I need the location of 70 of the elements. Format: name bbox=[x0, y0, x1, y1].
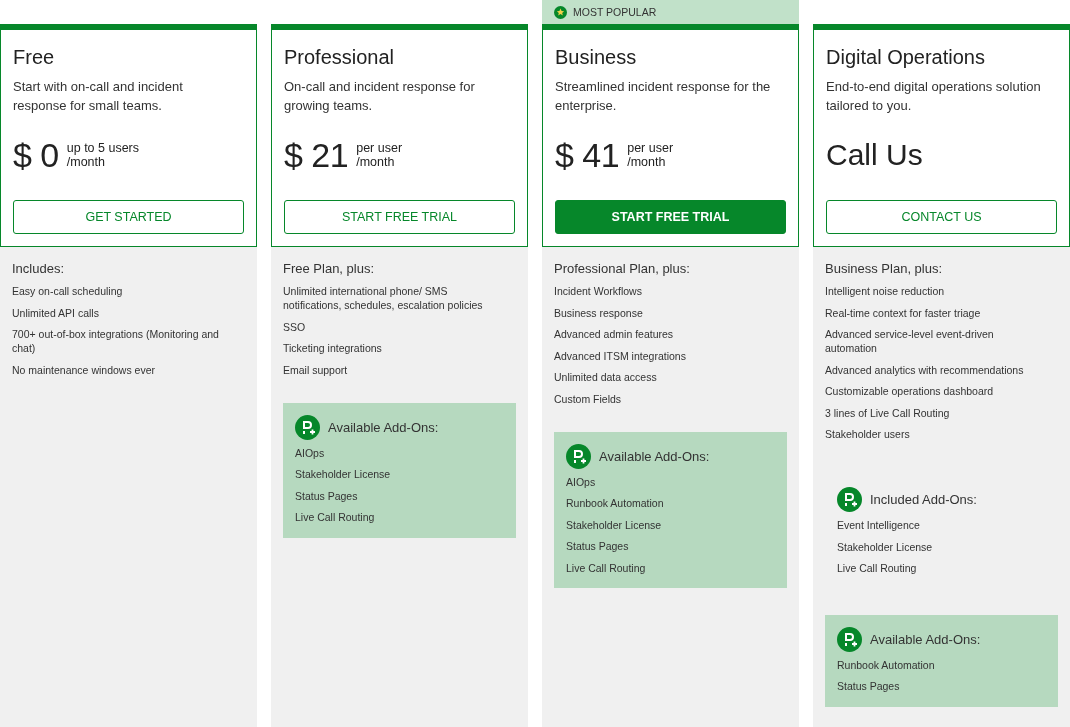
plan-title: Free bbox=[13, 45, 56, 70]
feature-item: Real-time context for faster triage bbox=[825, 305, 982, 320]
feature-item: SSO bbox=[283, 319, 307, 334]
add-on-item: Live Call Routing bbox=[837, 561, 918, 575]
feature-item: Advanced admin features bbox=[554, 327, 675, 341]
feature-item: Ticketing integrations bbox=[283, 341, 383, 355]
plan-button[interactable]: CONTACT US bbox=[826, 200, 1057, 234]
plan-description: On-call and incident response for growing teams. bbox=[284, 78, 476, 115]
plan-title: Digital Operations bbox=[826, 45, 986, 70]
add-on-item: Event Intelligence bbox=[837, 518, 921, 532]
badge-text: MOST POPULAR bbox=[573, 6, 657, 18]
price-unit: /month bbox=[627, 155, 667, 169]
price-amount: $ 21 bbox=[284, 135, 349, 175]
add-on-item: Runbook Automation bbox=[566, 496, 665, 510]
features-heading: Business Plan, plus: bbox=[825, 261, 944, 276]
add-on-item: Status Pages bbox=[566, 539, 630, 553]
features-heading: Free Plan, plus: bbox=[283, 261, 376, 276]
price-unit: /month bbox=[66, 155, 106, 169]
feature-item: 3 lines of Live Call Routing bbox=[825, 405, 951, 420]
feature-item: 700+ out-of-box integrations (Monitoring and chat) bbox=[12, 327, 220, 355]
feature-item: Email support bbox=[283, 362, 349, 377]
feature-item: No maintenance windows ever bbox=[12, 362, 156, 377]
add-on-item: Stakeholder License bbox=[566, 517, 663, 532]
price-amount: $ 41 bbox=[555, 135, 620, 175]
plan-title: Professional bbox=[284, 45, 396, 70]
feature-item: Custom Fields bbox=[554, 391, 623, 406]
price-unit: per user bbox=[356, 141, 403, 155]
price-unit: /month bbox=[356, 155, 396, 169]
add-on-item: Live Call Routing bbox=[295, 510, 376, 524]
feature-item: Intelligent noise reduction bbox=[825, 284, 946, 298]
add-ons-title: Included Add-Ons: bbox=[870, 492, 977, 507]
add-on-item: Runbook Automation bbox=[837, 657, 936, 672]
plan-title: Business bbox=[555, 45, 638, 70]
add-on-item: AIOps bbox=[295, 445, 326, 460]
add-on-item: Stakeholder License bbox=[837, 539, 934, 554]
feature-item: Incident Workflows bbox=[554, 284, 643, 298]
feature-item: Unlimited international phone/ SMS notifications, schedules, escalation policies bbox=[283, 284, 484, 312]
plan-button[interactable]: START FREE TRIAL bbox=[284, 200, 515, 234]
add-on-item: Live Call Routing bbox=[566, 560, 647, 575]
feature-item: Unlimited data access bbox=[554, 370, 658, 384]
features-heading: Professional Plan, plus: bbox=[554, 261, 691, 276]
add-on-item: Status Pages bbox=[837, 679, 901, 693]
add-ons-title: Available Add-Ons: bbox=[599, 448, 710, 464]
feature-item: Unlimited API calls bbox=[12, 305, 100, 320]
feature-item: Business response bbox=[554, 305, 644, 320]
plan-button[interactable]: START FREE TRIAL bbox=[555, 200, 786, 234]
plan-description: Streamlined incident response for the enterprise. bbox=[555, 78, 772, 115]
add-ons-title: Available Add-Ons: bbox=[328, 419, 439, 435]
feature-item: Advanced ITSM integrations bbox=[554, 348, 687, 363]
feature-item: Stakeholder users bbox=[825, 427, 911, 441]
feature-item: Customizable operations dashboard bbox=[825, 384, 995, 398]
plan-button[interactable]: GET STARTED bbox=[13, 200, 244, 234]
price-unit: up to 5 users bbox=[66, 141, 140, 155]
feature-item: Easy on-call scheduling bbox=[12, 284, 124, 298]
plan-description: Start with on-call and incident response for small teams. bbox=[13, 78, 184, 115]
add-on-item: Status Pages bbox=[295, 488, 359, 503]
feature-item: Advanced analytics with recommendations bbox=[825, 362, 1025, 377]
add-on-item: Stakeholder License bbox=[295, 467, 392, 481]
add-on-icon bbox=[295, 414, 320, 440]
price-text: Call Us bbox=[826, 138, 923, 172]
add-on-icon bbox=[566, 443, 591, 469]
features-heading: Includes: bbox=[12, 261, 66, 276]
add-on-icon bbox=[837, 626, 862, 652]
add-ons-title: Available Add-Ons: bbox=[870, 631, 981, 647]
feature-item: Advanced service-level event-driven automation bbox=[825, 327, 995, 355]
add-on-icon bbox=[837, 487, 862, 512]
price-unit: per user bbox=[627, 141, 674, 155]
add-on-item: AIOps bbox=[566, 474, 597, 489]
price-amount: $ 0 bbox=[13, 135, 59, 175]
plan-description: End-to-end digital operations solution tailored to you. bbox=[826, 78, 1042, 115]
